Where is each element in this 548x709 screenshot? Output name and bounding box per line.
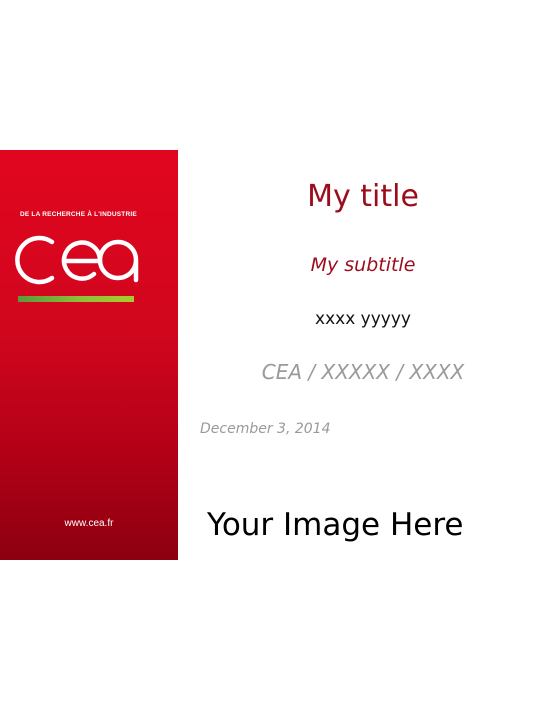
cea-logo: cea xyxy=(15,235,139,285)
cea-banner: DE LA RECHERCHE À L'INDUSTRIE cea www.ce… xyxy=(0,150,178,560)
slide-title: My title xyxy=(307,179,419,214)
image-placeholder: Your Image Here xyxy=(207,507,464,543)
banner-tagline: DE LA RECHERCHE À L'INDUSTRIE xyxy=(20,211,137,218)
slide-author: xxxx yyyyy xyxy=(315,309,411,329)
slide-subtitle: My subtitle xyxy=(310,254,416,276)
slide-institute: CEA / XXXXX / XXXX xyxy=(261,360,465,384)
slide-date: December 3, 2014 xyxy=(200,421,331,437)
logo-accent-bar xyxy=(18,296,134,302)
website-link[interactable]: www.cea.fr xyxy=(0,518,178,529)
